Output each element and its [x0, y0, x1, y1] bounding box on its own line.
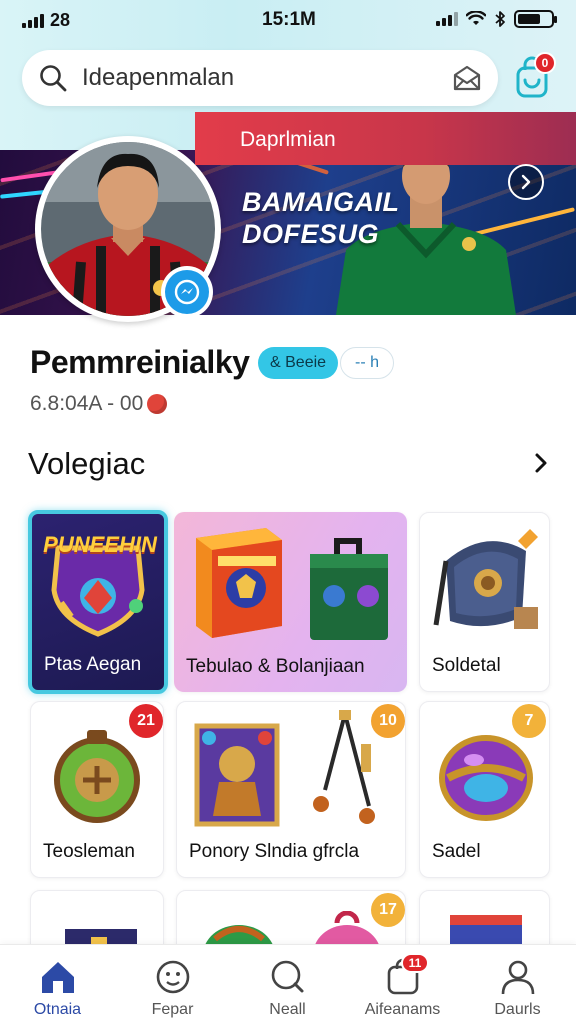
status-bar: 28 15:1M — [0, 0, 576, 40]
message-button[interactable]: -- h — [340, 347, 394, 379]
coin-icon — [147, 394, 168, 414]
product-card[interactable]: 10 Ponory Slndia gfrcla — [176, 701, 406, 878]
gift-box-icon — [310, 538, 388, 640]
product-card[interactable]: Tebulao & Bolanjiaan — [174, 512, 407, 692]
search-icon — [271, 960, 304, 993]
nav-badge: 11 — [401, 953, 429, 973]
card-label: Sadel — [432, 841, 481, 862]
hero-title-line2: DOFESUG — [242, 219, 380, 249]
nav-item-bag[interactable]: 11 Aifeanams — [345, 945, 460, 1024]
carrier-label: 28 — [50, 10, 71, 30]
search-input[interactable]: Ideapenmalan — [82, 64, 452, 92]
profile-stats: 6.8:04A - 00 — [30, 392, 168, 416]
satchel-icon — [433, 529, 538, 629]
card-count-badge: 10 — [371, 704, 405, 738]
card-label: Teosleman — [43, 841, 135, 862]
card-label: Soldetal — [432, 655, 501, 676]
card-count-badge: 21 — [129, 704, 163, 738]
status-left: 28 — [22, 10, 70, 31]
chevron-right-icon — [521, 174, 531, 190]
emoji-icon — [156, 960, 190, 994]
nav-label: Neall — [269, 1001, 306, 1018]
bluetooth-icon — [495, 11, 505, 27]
product-card[interactable]: 7 Sadel — [419, 701, 550, 878]
search-bar[interactable]: Ideapenmalan — [22, 50, 498, 106]
profile-name: Pemmreinialky — [30, 344, 250, 380]
game-box-icon — [196, 528, 282, 638]
messenger-check-icon — [174, 279, 200, 305]
card-label: Tebulao & Bolanjiaan — [186, 656, 365, 677]
nav-item-home[interactable]: Otnaia — [0, 945, 115, 1024]
section-title: Volegiac — [28, 446, 146, 481]
status-right — [436, 10, 557, 28]
wifi-icon — [466, 11, 486, 25]
bottom-navigation: Otnaia Fepar Neall 11 Aifeanams Daurls — [0, 944, 576, 1024]
hero-caption: Daprlmian — [240, 128, 336, 151]
profile-stats-text: 6.8:04A - 00 — [30, 392, 144, 415]
card-count-badge: 17 — [371, 893, 405, 927]
nav-item-feed[interactable]: Fepar — [115, 945, 230, 1024]
nav-item-profile[interactable]: Daurls — [460, 945, 575, 1024]
armored-ball-icon — [54, 730, 140, 823]
battery-icon — [514, 10, 557, 28]
verified-badge — [161, 266, 213, 318]
hero-title: BAMAIGAIL DOFESUG — [242, 186, 399, 250]
nav-label: Daurls — [494, 1001, 541, 1018]
nav-label: Fepar — [151, 1001, 194, 1018]
cellular-signal-icon — [22, 13, 44, 28]
card-art-title: PUNEEHIN — [43, 532, 157, 557]
card-count-badge: 7 — [512, 704, 546, 738]
nav-item-search[interactable]: Neall — [230, 945, 345, 1024]
chevron-right-icon[interactable] — [528, 450, 554, 476]
bag-badge: 0 — [534, 52, 556, 74]
search-icon — [40, 65, 67, 92]
card-label: Ponory Slndia gfrcla — [189, 841, 360, 862]
mail-icon[interactable] — [452, 64, 482, 92]
hero-title-line1: BAMAIGAIL — [242, 187, 400, 217]
home-icon — [42, 962, 74, 993]
signal-bars-icon — [436, 12, 458, 26]
helmet-icon — [439, 735, 533, 821]
nav-label: Aifeanams — [364, 1001, 441, 1018]
product-card[interactable]: Soldetal — [419, 512, 550, 692]
status-time: 15:1M — [262, 9, 316, 30]
product-card-featured[interactable]: PUNEEHIN Ptas Aegan — [28, 510, 168, 694]
verified-badge-inner — [165, 270, 209, 314]
product-card[interactable]: 21 Teosleman — [30, 701, 164, 878]
follow-button[interactable]: & Beeie — [258, 347, 339, 379]
card-label: Ptas Aegan — [44, 654, 142, 675]
profile-icon — [501, 960, 535, 995]
warrior-card-icon — [194, 723, 280, 827]
nav-label: Otnaia — [33, 1001, 82, 1018]
hero-next-button[interactable] — [508, 164, 544, 200]
